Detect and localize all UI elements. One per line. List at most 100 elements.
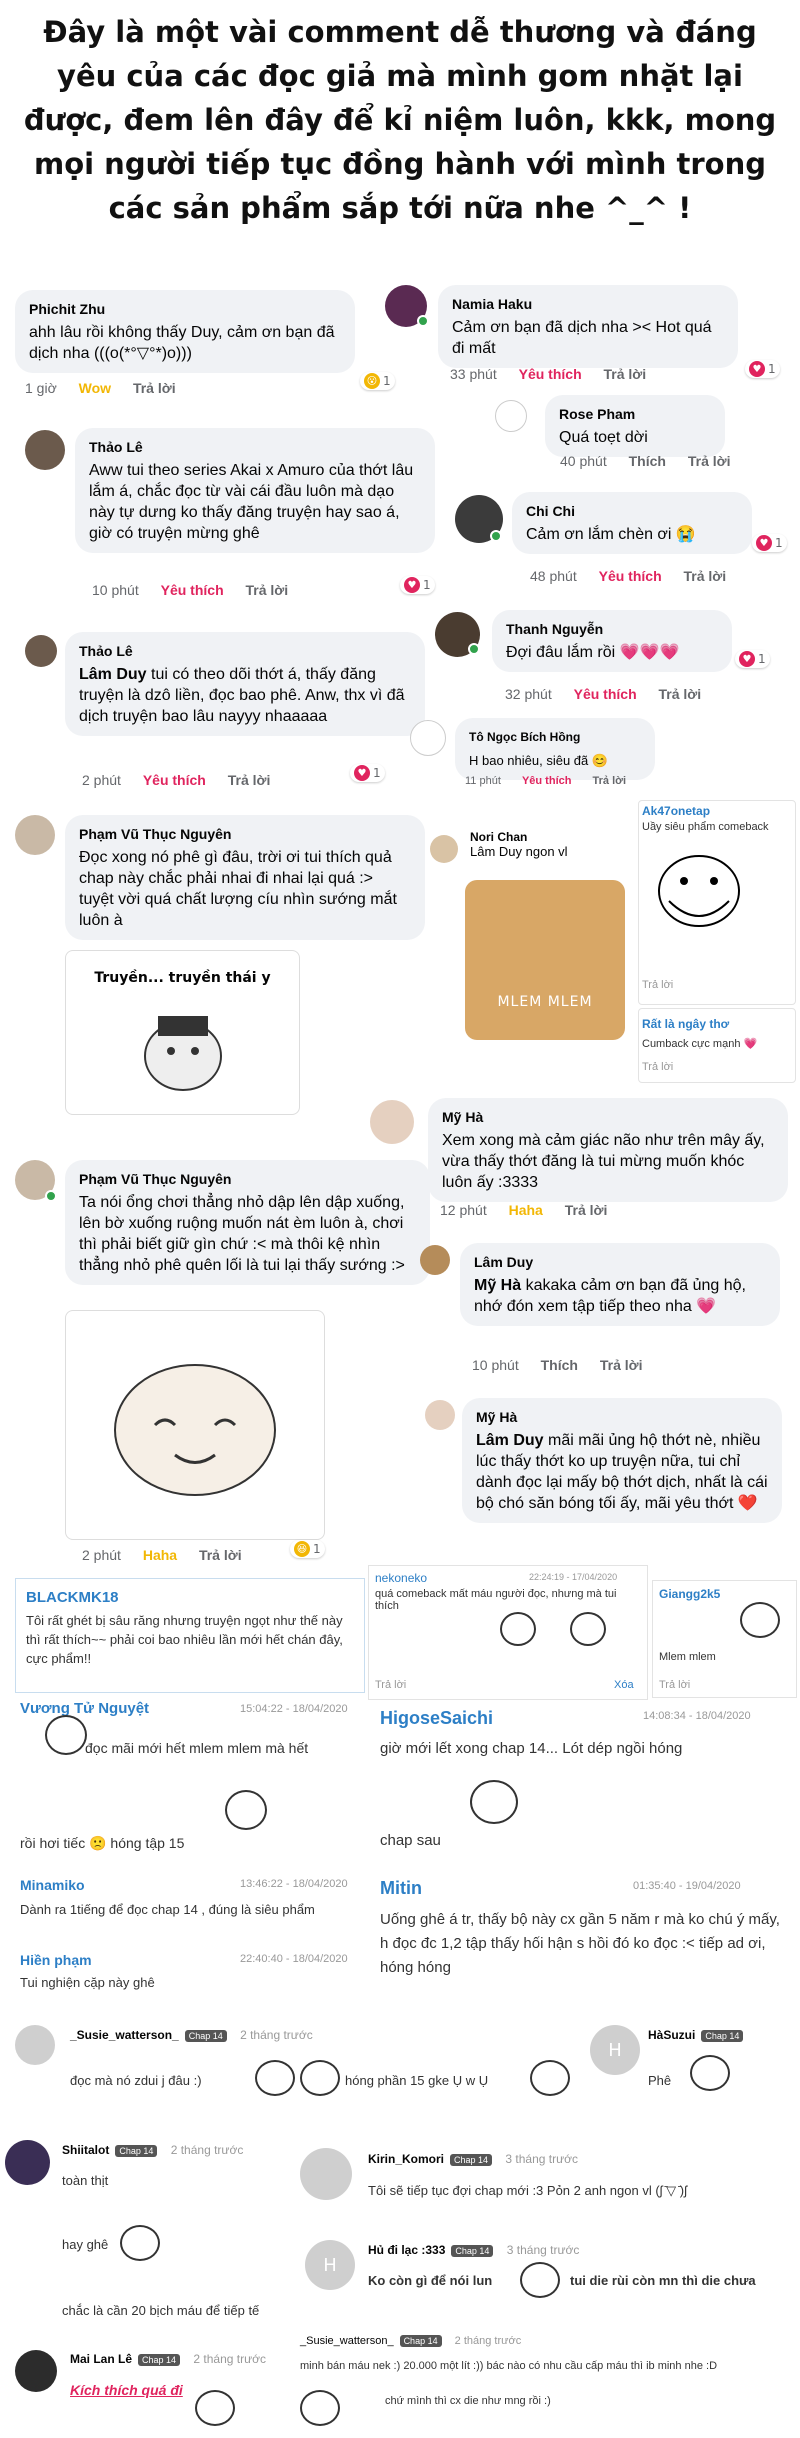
reaction-count[interactable]: ♥ 1 [735, 650, 770, 668]
commenter-name[interactable]: _Susie_watterson_ [70, 2028, 179, 2042]
comment-meta: 11 phút Yêu thích Trả lời [465, 775, 644, 787]
reply-button[interactable]: Trả lời [593, 775, 627, 787]
comment-time: 3 tháng trước [505, 2152, 578, 2166]
commenter-name[interactable]: Shiitalot [62, 2143, 109, 2157]
reply-button[interactable]: Trả lời [375, 1679, 406, 1691]
like-button[interactable]: Thích [629, 453, 666, 469]
comment-meta: 2 phút Yêu thích Trả lời [82, 772, 288, 788]
commenter-name[interactable]: Kirin_Komori [368, 2152, 444, 2166]
commenter-name[interactable]: Phichit Zhu [29, 299, 341, 320]
chapter-badge: Chap 14 [450, 2153, 493, 2166]
commenter-name[interactable]: _Susie_watterson_ [300, 2335, 394, 2347]
comment-time: 1 giờ [25, 380, 57, 396]
reply-button[interactable]: Trả lời [684, 568, 727, 584]
react-button[interactable]: Yêu thích [574, 686, 637, 702]
commenter-name[interactable]: Thanh Nguyễn [506, 619, 718, 640]
react-button[interactable]: Yêu thích [519, 366, 582, 382]
react-button[interactable]: Wow [79, 380, 111, 396]
avatar[interactable] [5, 2140, 50, 2185]
react-button[interactable]: Yêu thích [599, 568, 662, 584]
commenter-name[interactable]: Ak47onetap [642, 804, 710, 818]
chapter-badge: Chap 14 [138, 2353, 181, 2366]
commenter-name[interactable]: Thảo Lê [79, 641, 411, 662]
react-button[interactable]: Yêu thích [143, 772, 206, 788]
commenter-name[interactable]: nekoneko [375, 1571, 427, 1585]
commenter-name[interactable]: Mỹ Hà [442, 1107, 774, 1128]
comment-bubble: Phạm Vũ Thục Nguyên Đọc xong nó phê gì đ… [65, 815, 425, 940]
avatar[interactable] [420, 1245, 450, 1275]
reply-button[interactable]: Trả lời [565, 1202, 608, 1218]
heart-icon: ♥ [756, 535, 772, 551]
reaction-count[interactable]: ♥ 1 [745, 360, 780, 378]
commenter-name[interactable]: HigoseSaichi [380, 1708, 493, 1729]
reply-button[interactable]: Trả lời [133, 380, 176, 396]
comment-time: 14:08:34 - 18/04/2020 [643, 1710, 751, 1722]
commenter-name[interactable]: Mỹ Hà [476, 1407, 768, 1428]
avatar[interactable] [425, 1400, 455, 1430]
commenter-name[interactable]: BLACKMK18 [26, 1589, 119, 1606]
avatar[interactable] [410, 720, 446, 756]
reply-button[interactable]: Trả lời [659, 1679, 690, 1691]
commenter-name[interactable]: Giangg2k5 [659, 1587, 720, 1601]
reply-button[interactable]: Trả lời [246, 582, 289, 598]
sticker-face-icon [45, 1715, 87, 1755]
mention-tag[interactable]: Lâm Duy [79, 666, 147, 683]
avatar[interactable] [15, 815, 55, 855]
avatar[interactable]: H [305, 2240, 355, 2290]
trollface-icon [658, 855, 740, 927]
mention-tag[interactable]: Mỹ Hà [474, 1277, 521, 1294]
avatar[interactable] [300, 2148, 352, 2200]
comment-text: Xem xong mà cảm giác não như trên mây ấy… [442, 1132, 765, 1191]
avatar[interactable] [15, 2350, 57, 2392]
comment-text: Cảm ơn lắm chèn ơi 😭 [526, 526, 696, 543]
reply-button[interactable]: Trả lời [642, 979, 673, 991]
reaction-count[interactable]: 😮 1 [360, 372, 395, 390]
commenter-name[interactable]: Phạm Vũ Thục Nguyên [79, 1169, 416, 1190]
commenter-name[interactable]: Phạm Vũ Thục Nguyên [79, 824, 411, 845]
reply-button[interactable]: Trả lời [604, 366, 647, 382]
reply-button[interactable]: Trả lời [659, 686, 702, 702]
mention-tag[interactable]: Lâm Duy [470, 844, 522, 859]
avatar[interactable] [25, 635, 57, 667]
commenter-name[interactable]: Namia Haku [452, 294, 724, 315]
commenter-name[interactable]: Rất là ngây thơ [642, 1017, 729, 1031]
comment-bubble: Mỹ Hà Lâm Duy mãi mãi ủng hộ thớt nè, nh… [462, 1398, 782, 1523]
reply-button[interactable]: Trả lời [688, 453, 731, 469]
commenter-name[interactable]: Mitin [380, 1878, 422, 1899]
commenter-name[interactable]: Nori Chan [470, 830, 630, 844]
delete-button[interactable]: Xóa [614, 1679, 634, 1691]
reply-button[interactable]: Trả lời [199, 1547, 242, 1563]
avatar[interactable]: H [590, 2025, 640, 2075]
avatar[interactable] [25, 430, 65, 470]
commenter-name[interactable]: Mai Lan Lê [70, 2352, 132, 2366]
reaction-count[interactable]: ♥ 1 [350, 764, 385, 782]
react-button[interactable]: Yêu thích [161, 582, 224, 598]
commenter-name[interactable]: Thảo Lê [89, 437, 421, 458]
react-button[interactable]: Yêu thích [522, 775, 572, 787]
reply-button[interactable]: Trả lời [600, 1357, 643, 1373]
avatar[interactable] [15, 2025, 55, 2065]
commenter-name[interactable]: Hiền phạm [20, 1952, 92, 1968]
reaction-count[interactable]: ♥ 1 [400, 576, 435, 594]
reaction-count[interactable]: ♥ 1 [752, 534, 787, 552]
react-button[interactable]: Haha [143, 1547, 177, 1563]
mention-tag[interactable]: Lâm Duy [476, 1432, 544, 1449]
commenter-name[interactable]: HàSuzui [648, 2028, 695, 2042]
react-button[interactable]: Haha [509, 1202, 543, 1218]
commenter-name[interactable]: Hủ đi lạc :333 [368, 2243, 445, 2257]
reply-button[interactable]: Trả lời [228, 772, 271, 788]
avatar[interactable] [495, 400, 527, 432]
comment-time: 2 phút [82, 1547, 121, 1563]
commenter-name[interactable]: Minamiko [20, 1877, 85, 1893]
avatar[interactable] [430, 835, 458, 863]
comment-meta: 2 phút Haha Trả lời [82, 1547, 260, 1563]
avatar[interactable] [370, 1100, 414, 1144]
reply-button[interactable]: Trả lời [642, 1061, 673, 1073]
reaction-count[interactable]: 😆 1 [290, 1540, 325, 1558]
like-button[interactable]: Thích [541, 1357, 578, 1373]
commenter-name[interactable]: Tô Ngọc Bích Hồng [469, 727, 641, 748]
commenter-name[interactable]: Lâm Duy [474, 1252, 766, 1273]
commenter-name[interactable]: Vương Tử Nguyệt [20, 1700, 149, 1717]
commenter-name[interactable]: Chi Chi [526, 501, 738, 522]
commenter-name[interactable]: Rose Pham [559, 404, 711, 425]
